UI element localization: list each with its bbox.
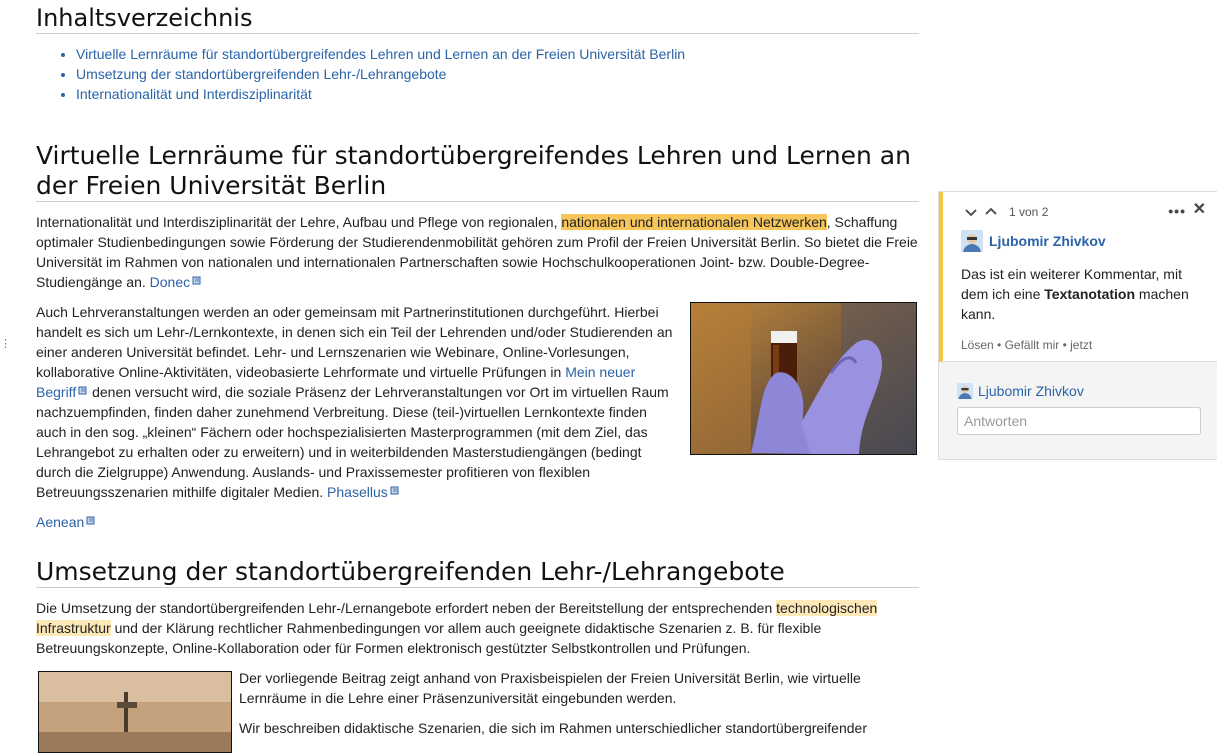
- glossary-icon: [86, 516, 95, 525]
- paragraph: Wir beschreiben didaktische Szenarien, d…: [239, 720, 867, 736]
- glossary-icon: [192, 276, 201, 285]
- reply-author: Ljubomir Zhivkov: [957, 381, 1084, 401]
- comment-text: Das ist ein weiterer Kommentar, mit dem …: [961, 266, 1189, 322]
- section-heading: Virtuelle Lernräume für standortübergrei…: [36, 141, 919, 202]
- section-heading: Umsetzung der standortübergreifenden Leh…: [36, 557, 919, 588]
- close-icon[interactable]: ✕: [1193, 201, 1206, 219]
- paragraph: Die Umsetzung der standortübergreifenden…: [36, 600, 878, 656]
- toc-item[interactable]: Internationalität und Interdisziplinarit…: [76, 84, 919, 104]
- glossary-icon: [78, 386, 87, 395]
- reply-input[interactable]: [957, 407, 1201, 435]
- comment-card: 1 von 2 ••• ✕ Ljubomir Zhivkov Das ist e…: [939, 192, 1217, 362]
- avatar: [957, 383, 973, 399]
- chevron-up-icon[interactable]: [983, 204, 999, 220]
- toc-link[interactable]: Virtuelle Lernräume für standortübergrei…: [76, 46, 685, 62]
- chevron-down-icon[interactable]: [963, 204, 979, 220]
- glossary-link[interactable]: Phasellus: [327, 484, 388, 500]
- comment-counter: 1 von 2: [1009, 205, 1049, 219]
- toc-title: Inhaltsverzeichnis: [36, 0, 919, 34]
- comment-author[interactable]: Ljubomir Zhivkov: [961, 230, 1106, 252]
- glossary-icon: [390, 486, 399, 495]
- comment-time: jetzt: [1070, 338, 1093, 352]
- toc-item[interactable]: Virtuelle Lernräume für standortübergrei…: [76, 44, 919, 64]
- paragraph: Auch Lehrveranstaltungen werden an oder …: [36, 304, 673, 500]
- lab-photo: [690, 302, 917, 455]
- resolve-action[interactable]: Lösen: [961, 338, 994, 352]
- toc-link[interactable]: Internationalität und Interdisziplinarit…: [76, 86, 312, 102]
- like-action[interactable]: Gefällt mir: [1005, 338, 1060, 352]
- edge-marker: ⋮: [0, 338, 11, 350]
- comment-panel: 1 von 2 ••• ✕ Ljubomir Zhivkov Das ist e…: [938, 191, 1217, 460]
- comment-actions: Lösen • Gefällt mir • jetzt: [961, 338, 1093, 352]
- page-content: Inhaltsverzeichnis Virtuelle Lernräume f…: [36, 0, 919, 753]
- more-options-icon[interactable]: •••: [1168, 201, 1186, 221]
- toc-list: Virtuelle Lernräume für standortübergrei…: [36, 44, 919, 104]
- paragraph: Der vorliegende Beitrag zeigt anhand von…: [239, 670, 861, 706]
- paragraph: Internationalität und Interdisziplinarit…: [36, 214, 918, 290]
- comment-nav: 1 von 2: [963, 204, 1048, 220]
- paragraph: Aenean: [36, 512, 919, 532]
- site-photo: [38, 671, 232, 753]
- avatar: [961, 230, 983, 252]
- text-highlight[interactable]: nationalen und internationalen Netzwerke…: [561, 214, 827, 230]
- glossary-link[interactable]: Aenean: [36, 514, 84, 530]
- toc-item[interactable]: Umsetzung der standortübergreifenden Leh…: [76, 64, 919, 84]
- toc-link[interactable]: Umsetzung der standortübergreifenden Leh…: [76, 66, 446, 82]
- author-name: Ljubomir Zhivkov: [978, 383, 1084, 399]
- glossary-link[interactable]: Donec: [150, 274, 190, 290]
- author-name[interactable]: Ljubomir Zhivkov: [989, 231, 1106, 251]
